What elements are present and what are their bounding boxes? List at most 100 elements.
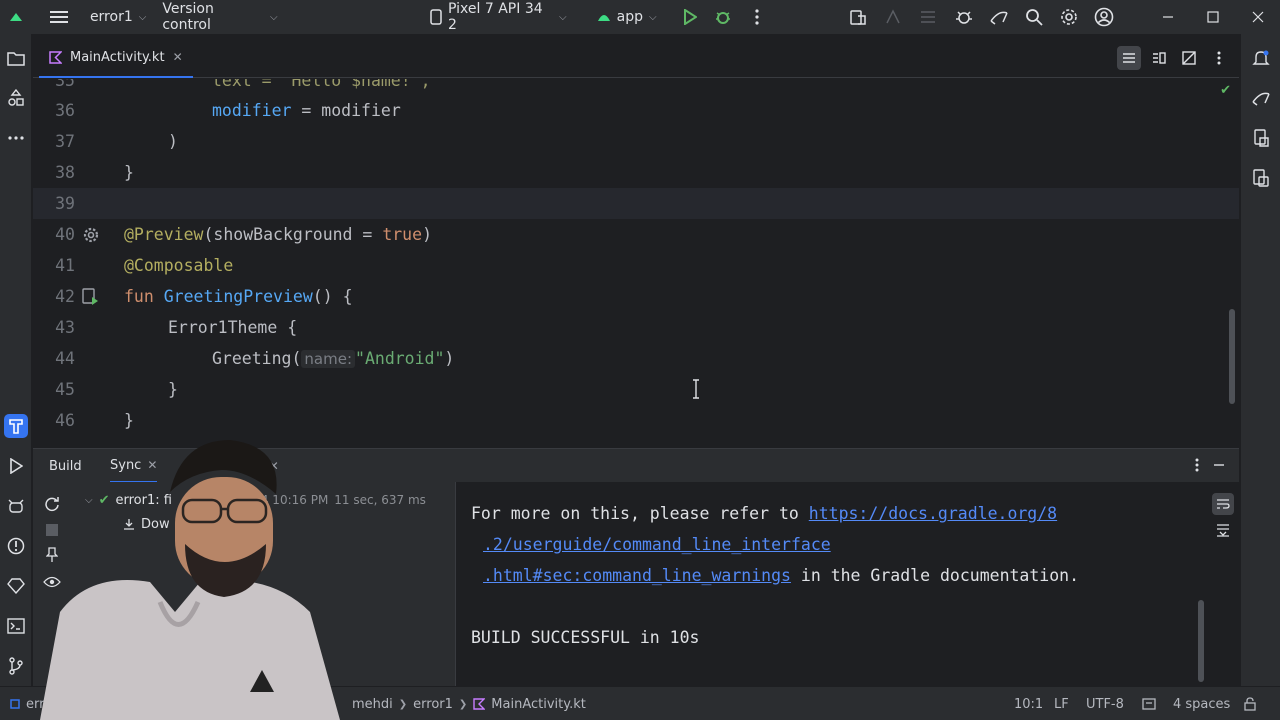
notifications-bell-icon[interactable]	[1249, 46, 1273, 70]
chevron-right-icon: ❯	[398, 698, 408, 710]
breadcrumb-file[interactable]: MainActivity.kt	[491, 697, 586, 712]
build-console-output[interactable]: For more on this, please refer to https:…	[455, 482, 1239, 686]
tab-build-output[interactable]: Bui ✕	[184, 449, 279, 483]
gemini-assistant-icon[interactable]	[1249, 86, 1273, 110]
code-line: 41 @Composable	[33, 250, 1239, 281]
pin-icon[interactable]	[41, 544, 63, 566]
logcat-icon[interactable]	[4, 494, 28, 518]
device-manager-icon[interactable]	[841, 0, 876, 34]
breadcrumb-project[interactable]: error1	[413, 697, 453, 712]
code-line: 44 Greeting(name: "Android")	[33, 343, 1239, 374]
preview-settings-gear-icon[interactable]	[81, 219, 101, 250]
resource-manager-icon[interactable]	[4, 86, 28, 110]
tab-build[interactable]: Build	[49, 449, 82, 483]
tab-mainactivity[interactable]: MainActivity.kt ✕	[39, 38, 193, 78]
vcs-status-icon	[10, 699, 20, 709]
close-tab-icon[interactable]: ✕	[269, 459, 279, 473]
code-line: 42 fun GreetingPreview() {	[33, 281, 1239, 312]
scroll-to-end-icon[interactable]	[1212, 519, 1234, 541]
git-branch-icon[interactable]	[4, 654, 28, 678]
code-view-icon[interactable]	[1117, 46, 1141, 70]
line-number: 37	[55, 132, 75, 151]
soft-wrap-icon[interactable]	[1212, 493, 1234, 515]
gradle-docs-link-cont[interactable]: .html#sec:command_line_warnings	[483, 566, 791, 585]
layout-inspector-icon[interactable]	[911, 0, 946, 34]
gemini-icon[interactable]	[981, 0, 1016, 34]
gradle-docs-link[interactable]: https://docs.gradle.org/8	[809, 504, 1057, 523]
vcs-selector[interactable]: Version control ⌵	[154, 0, 285, 34]
tree-root-time: 2024 10:16 PM	[237, 493, 329, 507]
running-devices-icon[interactable]	[1249, 166, 1273, 190]
caret-position[interactable]: 10:1	[1014, 687, 1043, 720]
run-tool-icon[interactable]	[4, 454, 28, 478]
code-editor[interactable]: 35 text = "Hello $name!", 36 modifier = …	[33, 79, 1239, 441]
close-tab-icon[interactable]: ✕	[147, 458, 157, 472]
minimize-icon[interactable]	[1145, 0, 1190, 34]
status-left[interactable]: err	[10, 687, 44, 720]
device-manager-side-icon[interactable]	[1249, 126, 1273, 150]
editor-more-icon[interactable]	[1207, 46, 1231, 70]
tree-row-root[interactable]: ⌵ ✔ error1: fi 2024 10:16 PM 11 sec, 637…	[85, 489, 426, 511]
code-text: Greeting(name: "Android")	[212, 349, 455, 368]
line-separator[interactable]: LF	[1054, 687, 1069, 720]
project-selector[interactable]: error1 ⌵	[86, 0, 154, 34]
split-view-icon[interactable]	[1147, 46, 1171, 70]
vcs-label: Version control	[162, 1, 214, 33]
search-icon[interactable]	[1016, 0, 1051, 34]
run-config-selector[interactable]: app ⌵	[589, 0, 665, 34]
app-quality-icon[interactable]	[4, 574, 28, 598]
problems-icon[interactable]	[4, 534, 28, 558]
panel-options-icon[interactable]	[1195, 458, 1199, 476]
file-encoding-label: UTF-8	[1086, 696, 1124, 712]
gradle-docs-link-cont[interactable]: .2/userguide/command_line_interface	[483, 535, 831, 554]
apply-changes-icon[interactable]	[876, 0, 911, 34]
device-selector[interactable]: Pixel 7 API 34 2 ⌵	[422, 0, 574, 34]
device-name: Pixel 7 API 34 2	[448, 1, 543, 33]
tab-sync[interactable]: Sync ✕	[110, 449, 158, 483]
code-line: 43 Error1Theme {	[33, 312, 1239, 343]
maximize-icon[interactable]	[1190, 0, 1235, 34]
close-tab-icon[interactable]: ✕	[173, 50, 183, 64]
hide-panel-icon[interactable]	[1213, 458, 1225, 476]
editor-scrollbar[interactable]	[1229, 309, 1235, 404]
console-line: For more on this, please refer to https:…	[471, 504, 1058, 523]
close-window-icon[interactable]	[1235, 0, 1280, 34]
console-line: .html#sec:command_line_warnings in the G…	[483, 566, 1080, 585]
build-hammer-icon[interactable]	[4, 414, 28, 438]
reader-mode-icon[interactable]	[1142, 687, 1156, 720]
code-line: 38 }	[33, 157, 1239, 188]
settings-gear-icon[interactable]	[1052, 0, 1087, 34]
code-line: 45 }	[33, 374, 1239, 405]
breadcrumb-user[interactable]: mehdi	[352, 697, 393, 712]
more-actions-icon[interactable]	[739, 0, 774, 34]
indent-setting[interactable]: 4 spaces	[1173, 687, 1230, 720]
stop-icon[interactable]	[41, 519, 63, 541]
project-folder-icon[interactable]	[4, 46, 28, 70]
terminal-icon[interactable]	[4, 614, 28, 638]
console-scrollbar[interactable]	[1198, 600, 1204, 682]
eye-icon[interactable]	[41, 571, 63, 593]
bug-report-icon[interactable]	[946, 0, 981, 34]
tree-row-child[interactable]: Dow	[123, 513, 170, 535]
design-view-icon[interactable]	[1177, 46, 1201, 70]
chevron-down-icon: ⌵	[559, 11, 567, 23]
chevron-down-icon: ⌵	[85, 494, 93, 506]
no-problems-check-icon[interactable]: ✔	[1220, 83, 1231, 98]
code-text: fun GreetingPreview() {	[124, 287, 353, 306]
main-menu-icon[interactable]	[31, 0, 86, 34]
run-preview-gutter-icon[interactable]	[81, 281, 101, 312]
tree-root-duration: 11 sec, 637 ms	[334, 493, 426, 507]
line-number: 38	[55, 163, 75, 182]
code-line: 37 )	[33, 126, 1239, 157]
lock-icon[interactable]	[1243, 687, 1257, 720]
file-encoding[interactable]: UTF-8	[1086, 687, 1124, 720]
account-icon[interactable]	[1087, 0, 1122, 34]
resync-icon[interactable]	[41, 493, 63, 515]
caret-position-label: 10:1	[1014, 696, 1044, 712]
android-studio-logo-icon	[0, 0, 31, 34]
debug-icon[interactable]	[708, 0, 739, 34]
run-icon[interactable]	[673, 0, 708, 34]
editor-view-modes	[1117, 46, 1231, 70]
project-name: error1	[89, 9, 133, 25]
more-tool-windows-icon[interactable]	[4, 126, 28, 150]
